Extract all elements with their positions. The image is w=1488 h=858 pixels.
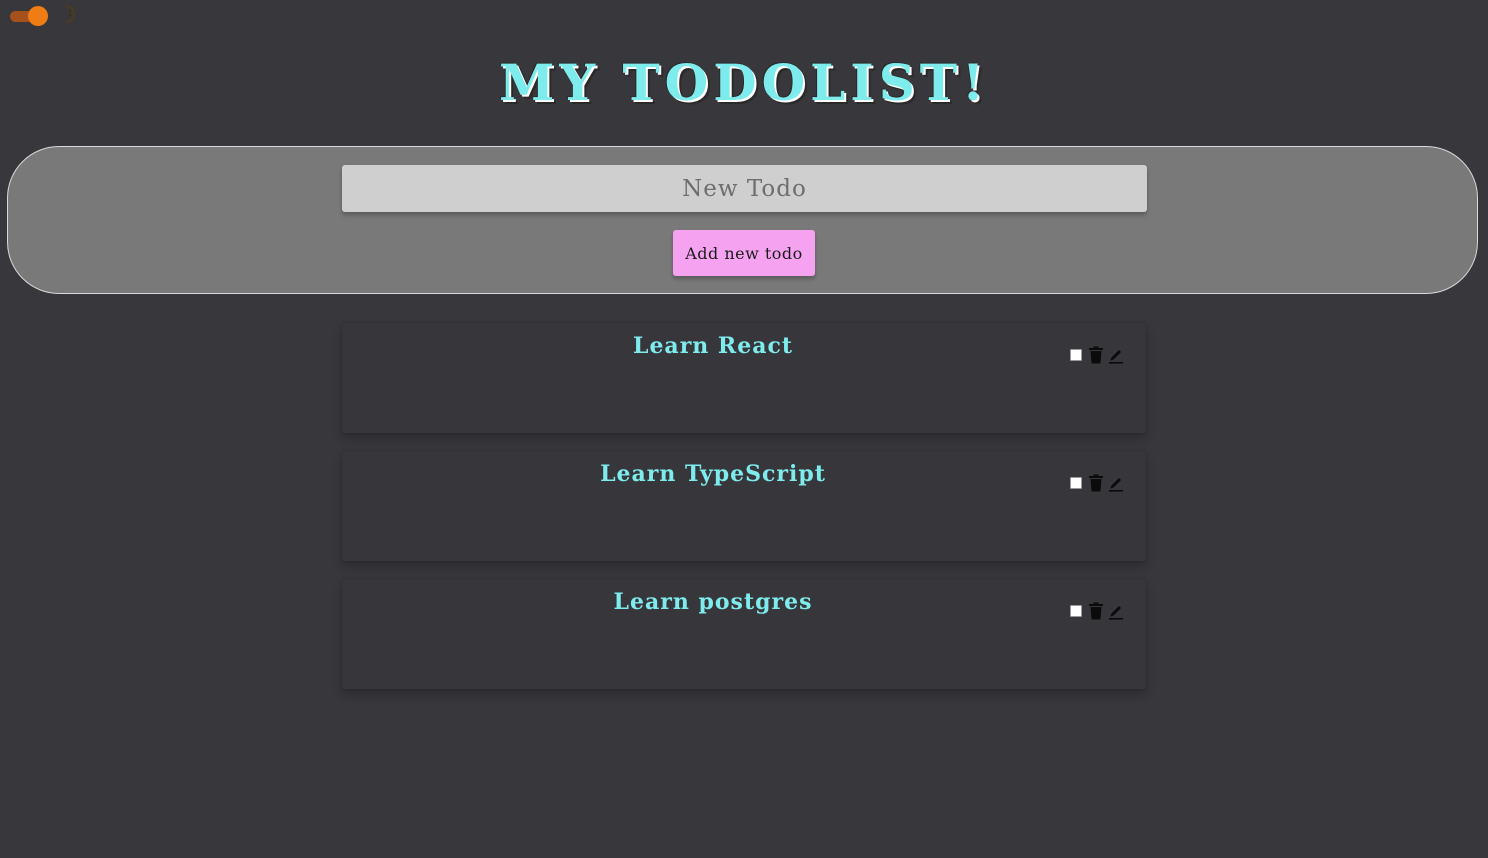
- pencil-icon[interactable]: [1108, 474, 1124, 492]
- todo-complete-checkbox[interactable]: [1070, 605, 1082, 617]
- pencil-icon[interactable]: [1108, 346, 1124, 364]
- todo-title: Learn postgres: [613, 589, 813, 615]
- todo-item: Learn TypeScript: [342, 451, 1146, 561]
- todo-actions: [1070, 473, 1128, 493]
- new-todo-input[interactable]: [342, 165, 1147, 212]
- todo-item: Learn postgres: [342, 579, 1146, 689]
- todo-actions: [1070, 601, 1128, 621]
- todo-complete-checkbox[interactable]: [1070, 349, 1082, 361]
- todo-actions: [1070, 345, 1128, 365]
- todo-title: Learn TypeScript: [600, 461, 826, 487]
- new-todo-form: Add new todo: [7, 146, 1478, 294]
- trash-icon[interactable]: [1088, 602, 1104, 620]
- todo-complete-checkbox[interactable]: [1070, 477, 1082, 489]
- theme-toggle[interactable]: [10, 6, 48, 26]
- pencil-icon[interactable]: [1108, 602, 1124, 620]
- toggle-knob: [28, 6, 48, 26]
- moon-icon: [65, 5, 75, 23]
- todo-list: Learn React Learn TypeScript Learn postg…: [342, 323, 1146, 707]
- page-title: MY TODOLIST!: [499, 53, 989, 112]
- todo-item: Learn React: [342, 323, 1146, 433]
- trash-icon[interactable]: [1088, 474, 1104, 492]
- trash-icon[interactable]: [1088, 346, 1104, 364]
- todo-title: Learn React: [632, 333, 794, 359]
- add-todo-button[interactable]: Add new todo: [673, 230, 815, 276]
